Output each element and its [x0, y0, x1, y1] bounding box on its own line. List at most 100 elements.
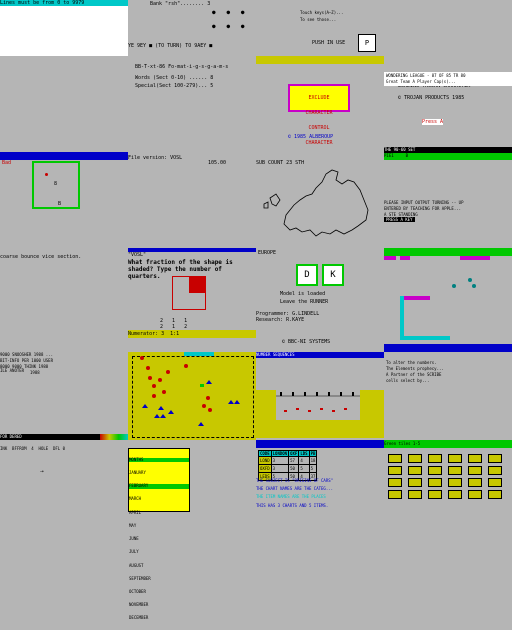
grid-tile[interactable]: [488, 490, 502, 499]
table-cell: 18: [308, 456, 318, 465]
grid-tile[interactable]: [468, 466, 482, 475]
table-cell: LOND: [258, 456, 272, 465]
screenshot-canvas: BB-T-xt-86 Fo-mat-i-g-s-g-a-m-s Words (S…: [0, 0, 512, 620]
vosl-title: "VOSL": [128, 252, 147, 258]
month-item[interactable]: AUGUST: [129, 563, 189, 568]
snake-game: [384, 256, 490, 340]
grid-tile[interactable]: [448, 490, 462, 499]
table-cell: 3: [270, 456, 290, 465]
answer-bar[interactable]: Numerator: 3 1:1: [128, 330, 256, 338]
month-item[interactable]: MARCH: [129, 497, 189, 502]
grid-tile[interactable]: [428, 454, 442, 463]
grid-tile[interactable]: [388, 490, 402, 499]
table-row: LOND 3 57 4 18: [258, 456, 318, 465]
item-names-line: THE ITEM NAMES ARE THE PLACES: [256, 494, 326, 499]
snooker-line1: 9000 SNOOSHER 1988 ...: [0, 352, 53, 357]
question-3: quarters.: [128, 273, 161, 280]
character-label-1: CHARACTER: [305, 110, 333, 116]
europe-map: [263, 169, 369, 237]
input-line2: ENTERED BY TEACHING FOR APPLE...: [384, 206, 462, 211]
question-2: shaded? Type the number of: [128, 266, 222, 273]
grid-tile[interactable]: [428, 490, 442, 499]
table-row: OXFD 3 50 5 5: [258, 464, 318, 473]
grid-tile[interactable]: [448, 454, 462, 463]
file-version: File version: VOSL: [128, 155, 183, 161]
elements-line: The Elements prophecy...: [386, 366, 444, 371]
alberoup-copy: © 1985 ALBEROUP: [288, 134, 334, 140]
shaded-quarter: [189, 277, 205, 293]
grid-tile[interactable]: [448, 478, 462, 487]
table-cell: 50: [288, 464, 300, 473]
month-item[interactable]: APRIL: [129, 510, 189, 515]
wondering-line2: Great Team A Player Cap(s)...: [386, 79, 456, 84]
month-item[interactable]: DECEMBER: [129, 616, 189, 621]
grid-tile[interactable]: [448, 466, 462, 475]
grid-tile[interactable]: [388, 466, 402, 475]
tile-touch-keys-area: [384, 0, 512, 64]
grid-tile[interactable]: [488, 466, 502, 475]
tile-grid[interactable]: [388, 454, 512, 510]
bounce-line: coarse bounce vice section.: [0, 254, 82, 260]
fraction-topbar: [128, 248, 256, 252]
cursor-icon: ⇢: [40, 468, 44, 475]
grid-tile[interactable]: [388, 478, 402, 487]
bbc-copy: © BBC-NI SYSTEMS: [282, 339, 331, 345]
bad-label: Bad: [2, 160, 12, 166]
green-tiles-header: Green tiles 1-5: [384, 440, 512, 448]
table-cell: 4: [298, 456, 310, 465]
alter-line: To alter the numbers.: [386, 360, 437, 365]
snooker-line2: BIT-INFO PER 1000 USER: [0, 358, 53, 363]
grid-tile[interactable]: [468, 490, 482, 499]
month-item[interactable]: JULY: [129, 549, 189, 554]
cells-line: cells select by...: [386, 378, 430, 383]
months-menu[interactable]: MONTHS JANUARY FEBRUARY MARCH APRIL MAY …: [128, 448, 190, 620]
pie-bar: PIE1 B: [384, 153, 512, 160]
table-cell: OXFD: [258, 464, 272, 473]
grid-tile[interactable]: [468, 454, 482, 463]
grid-tile[interactable]: [408, 490, 422, 499]
words-line: Words (Sect 0-10) ...... 8: [135, 75, 214, 81]
wondering-line1: WONDERING LEAGUE - 87 OF 85 TR 80: [386, 73, 466, 78]
file-value: 105.00: [208, 160, 227, 166]
grid-tile[interactable]: [488, 454, 502, 463]
control-label: CONTROL: [308, 125, 330, 131]
letter-d-box[interactable]: D: [296, 264, 318, 286]
month-item[interactable]: OCTOBER: [129, 589, 189, 594]
month-item[interactable]: SEPTEMBER: [129, 576, 189, 581]
grid-tile[interactable]: [408, 454, 422, 463]
month-item[interactable]: NOVEMBER: [129, 602, 189, 607]
month-item[interactable]: MAY: [129, 523, 189, 528]
grid-tile[interactable]: [488, 478, 502, 487]
board-header: [184, 352, 214, 356]
character-label-2: CHARACTER: [305, 140, 333, 146]
question-1: What fraction of the shape is: [128, 259, 233, 266]
model-line: Model is loaded: [280, 291, 326, 297]
snooker-line4: 1988: [30, 370, 40, 375]
col-header: CODE: [258, 450, 272, 457]
letter-k-box[interactable]: K: [322, 264, 344, 286]
month-item[interactable]: FEBRUARY: [129, 483, 189, 489]
press-key-tag[interactable]: PRESS A KEY: [384, 217, 415, 222]
sequence-bar: NUMBER SEQUENCES: [256, 352, 384, 358]
red-dot: [45, 173, 48, 176]
grid-tile[interactable]: [428, 466, 442, 475]
grid-tile[interactable]: [428, 478, 442, 487]
green-square[interactable]: 8 B: [32, 161, 80, 209]
game-pieces: [140, 356, 240, 426]
months-title: MONTHS: [129, 457, 189, 463]
mark-2: B: [58, 201, 62, 207]
month-item[interactable]: JANUARY: [129, 470, 189, 475]
subject-line: THE SUBJECT IS "ORIGINS OF CARS": [256, 478, 334, 483]
grid-tile[interactable]: [468, 478, 482, 487]
month-item[interactable]: JUNE: [129, 536, 189, 541]
grid-tile[interactable]: [388, 454, 402, 463]
exclude-label: EXCLUDE: [308, 95, 330, 101]
sequence-track: [276, 392, 360, 412]
europe-label: EUROPE: [258, 250, 277, 256]
fraction-shape: [172, 276, 206, 310]
rainbow-stripe: [100, 434, 128, 440]
trojan-region: [0, 64, 128, 128]
grid-tile[interactable]: [408, 478, 422, 487]
grid-tile[interactable]: [408, 466, 422, 475]
green-band-r3: [384, 248, 512, 256]
